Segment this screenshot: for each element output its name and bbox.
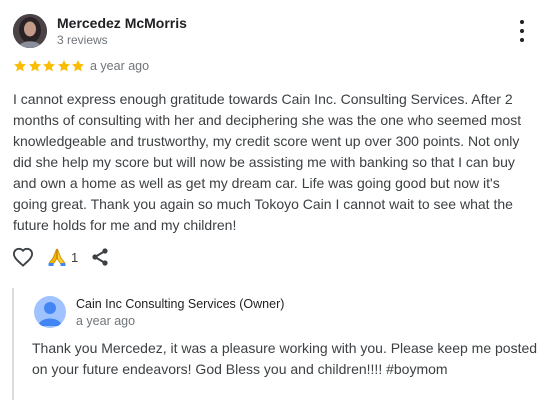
owner-avatar — [34, 296, 66, 328]
share-button[interactable] — [90, 247, 110, 267]
star-icon — [13, 60, 27, 72]
reviewer-avatar[interactable] — [13, 14, 47, 48]
star-icon — [71, 60, 85, 72]
star-icon — [57, 60, 70, 72]
star-icon — [42, 60, 56, 72]
heart-outline-icon — [12, 247, 34, 267]
folded-hands-icon — [48, 248, 66, 266]
owner-reply: Cain Inc Consulting Services (Owner) a y… — [12, 288, 550, 400]
review-actions: 1 — [12, 246, 110, 268]
review-time: a year ago — [90, 59, 150, 73]
reviewer-review-count: 3 reviews — [57, 33, 108, 47]
more-vert-icon — [520, 20, 524, 24]
owner-name: Cain Inc Consulting Services (Owner) — [76, 297, 285, 311]
star-icon — [28, 60, 41, 72]
star-rating — [13, 58, 86, 74]
reply-text: Thank you Mercedez, it was a pleasure wo… — [32, 340, 538, 377]
share-icon — [92, 248, 108, 266]
review-text: I cannot express enough gratitude toward… — [13, 91, 522, 233]
reaction-button[interactable]: 1 — [47, 247, 78, 267]
reply-time: a year ago — [76, 314, 136, 328]
reaction-count: 1 — [71, 249, 79, 265]
reviewer-name[interactable]: Mercedez McMorris — [57, 15, 187, 31]
default-person-avatar-icon — [38, 302, 62, 326]
like-button[interactable] — [12, 246, 36, 268]
more-options-button[interactable] — [512, 20, 532, 42]
